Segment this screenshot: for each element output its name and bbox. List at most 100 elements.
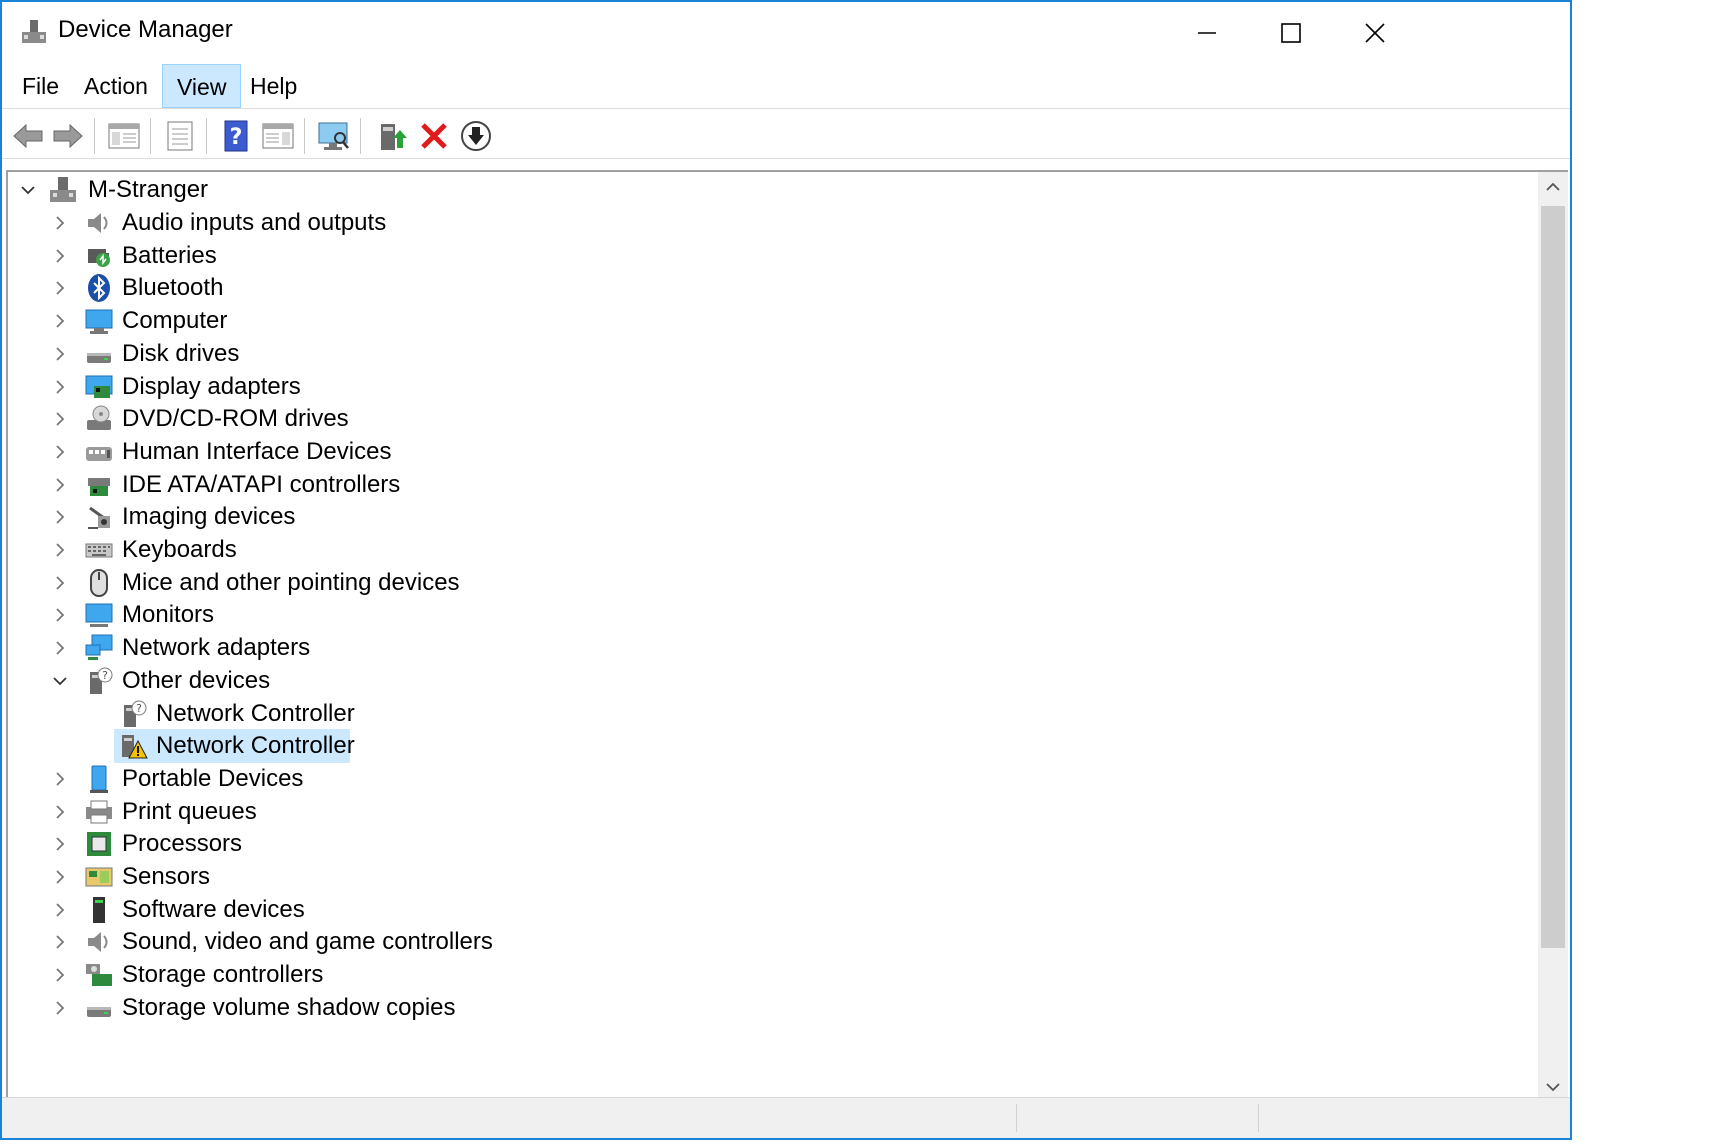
ide-controller-icon [88,478,110,496]
portable-device-icon [90,765,108,793]
tree-item-label: Sound, video and game controllers [122,928,493,955]
device-tree: M-Stranger Audio inputs and outputs Batte… [8,172,1538,1102]
uninstall-device-icon[interactable] [416,118,452,154]
tree-item-label: Computer [122,307,228,334]
processor-icon [87,832,111,856]
keyboard-icon [85,543,113,558]
toolbar: ? [2,110,1570,159]
vertical-scrollbar[interactable] [1538,172,1568,1102]
close-button[interactable] [1330,2,1420,64]
chevron-right-icon[interactable] [50,761,70,797]
scan-hardware-changes-icon[interactable] [316,118,352,154]
help-icon[interactable]: ? [218,118,254,154]
tree-item-label: Human Interface Devices [122,438,392,465]
tree-item-label: IDE ATA/ATAPI controllers [122,471,401,498]
printer-icon [86,800,112,824]
chevron-right-icon[interactable] [50,924,70,960]
forward-arrow-icon[interactable] [50,118,86,154]
unknown-device-icon: ? [124,700,147,727]
tree-item-label: Processors [122,830,243,857]
device-manager-window: Device Manager File Action View Help ? M… [0,0,1572,1140]
minimize-button[interactable] [1162,2,1252,64]
mouse-icon [90,569,108,597]
chevron-right-icon[interactable] [50,401,70,437]
network-adapter-icon [85,634,113,660]
chevron-down-icon[interactable] [50,663,70,699]
update-driver-icon[interactable] [374,118,410,154]
tree-item-label: Imaging devices [122,503,296,530]
scrollbar-thumb[interactable] [1541,206,1565,948]
title-bar[interactable]: Device Manager [2,2,1570,64]
chevron-up-icon [1546,182,1560,191]
chevron-right-icon[interactable] [50,892,70,928]
chevron-right-icon[interactable] [50,597,70,633]
tree-root-label: M-Stranger [88,176,209,203]
tree-item-label: Bluetooth [122,274,224,301]
tree-item-label: Audio inputs and outputs [122,209,387,236]
chevron-right-icon[interactable] [50,990,70,1026]
battery-icon [88,249,110,267]
tree-item-label: Other devices [122,667,271,694]
svg-text:?: ? [102,669,108,682]
close-icon [1365,23,1385,43]
chevron-right-icon[interactable] [50,270,70,306]
tree-item-label: Mice and other pointing devices [122,569,460,596]
chevron-right-icon[interactable] [50,303,70,339]
chevron-right-icon[interactable] [50,859,70,895]
tree-item-label: Batteries [122,242,217,269]
tree-item-label: Network Controller [156,732,355,759]
chevron-right-icon[interactable] [50,826,70,862]
unknown-device-icon: ? [90,667,113,694]
bluetooth-icon [88,274,110,302]
tree-item-label: Network Controller [156,700,355,727]
menu-file[interactable]: File [8,64,73,108]
storage-controller-icon [86,964,112,986]
tree-item-label: Network adapters [122,634,311,661]
download-icon[interactable] [458,118,494,154]
warning-device-icon [122,735,148,759]
svg-text:?: ? [136,702,142,715]
toolbar-separator [304,118,305,154]
status-separator [1258,1104,1259,1132]
tree-item-label: Portable Devices [122,765,304,792]
maximize-button[interactable] [1246,2,1336,64]
chevron-right-icon[interactable] [50,532,70,568]
speaker-icon [88,213,108,233]
chevron-down-icon[interactable] [18,172,38,208]
chevron-right-icon[interactable] [50,369,70,405]
toolbar-separator [206,118,207,154]
software-device-icon [93,897,105,923]
display-adapter-icon [85,375,113,398]
properties-icon[interactable] [162,118,198,154]
status-separator [1016,1104,1017,1132]
hid-icon [86,447,112,461]
speaker-icon [88,932,108,952]
menu-action[interactable]: Action [70,64,162,108]
status-bar [2,1097,1570,1138]
menu-view[interactable]: View [162,64,242,108]
chevron-right-icon[interactable] [50,336,70,372]
monitor-icon [85,603,113,627]
show-hide-console-tree-icon[interactable] [106,118,142,154]
camera-icon [88,506,110,529]
chevron-right-icon[interactable] [50,499,70,535]
chevron-right-icon[interactable] [50,957,70,993]
chevron-right-icon[interactable] [50,467,70,503]
tree-item-label: Print queues [122,798,257,825]
chevron-right-icon[interactable] [50,565,70,601]
tree-item-label: Software devices [122,896,305,923]
back-arrow-icon[interactable] [10,118,46,154]
chevron-right-icon[interactable] [50,205,70,241]
scroll-up-button[interactable] [1538,172,1568,202]
menu-help[interactable]: Help [236,64,311,108]
chevron-right-icon[interactable] [50,630,70,666]
chevron-right-icon[interactable] [50,238,70,274]
chevron-right-icon[interactable] [50,794,70,830]
chevron-right-icon[interactable] [50,434,70,470]
sensor-icon [85,867,113,887]
window-title: Device Manager [58,16,233,43]
toolbar-separator [94,118,95,154]
maximize-icon [1281,23,1301,43]
device-tree-view[interactable]: M-Stranger Audio inputs and outputs Batte… [6,170,1568,1102]
action-pane-icon[interactable] [260,118,296,154]
